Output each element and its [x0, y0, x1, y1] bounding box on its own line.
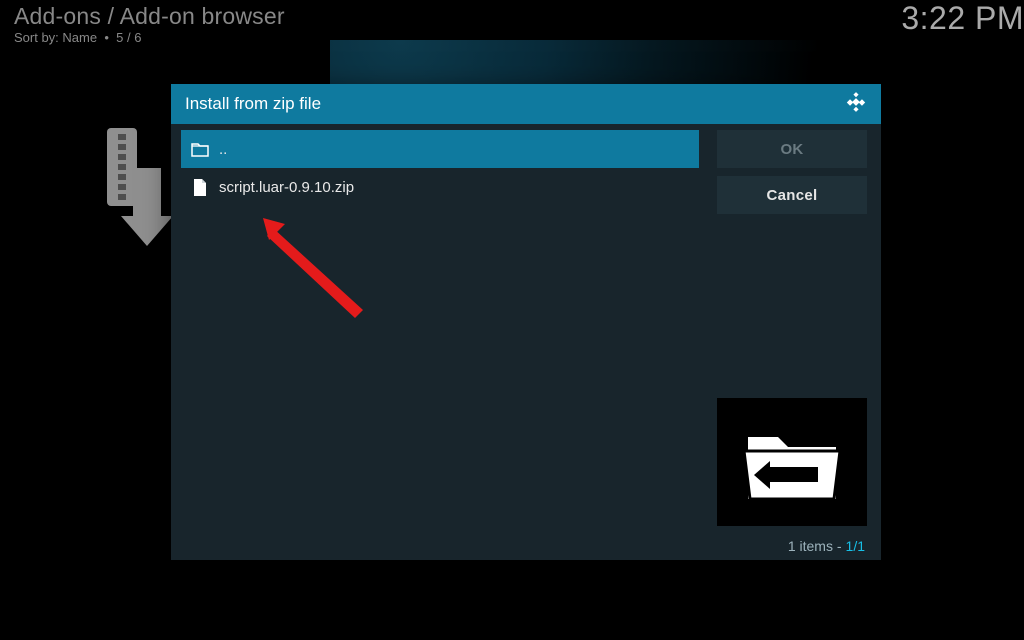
- file-row-zip[interactable]: script.luar-0.9.10.zip: [181, 168, 699, 206]
- kodi-logo-icon: [845, 91, 867, 118]
- file-list: .. script.luar-0.9.10.zip: [181, 130, 699, 526]
- sort-label: Sort by: Name: [14, 30, 97, 45]
- folder-up-icon: [191, 140, 209, 158]
- dialog-title: Install from zip file: [185, 94, 321, 114]
- dialog-footer: 1 items - 1/1: [171, 532, 881, 560]
- dialog-side-panel: OK Cancel: [717, 130, 867, 526]
- install-from-zip-dialog: Install from zip file ..: [171, 84, 881, 560]
- sort-line: Sort by: Name • 5 / 6: [14, 30, 1010, 45]
- file-icon: [191, 178, 209, 196]
- sort-count: 5 / 6: [116, 30, 141, 45]
- install-zip-icon: [93, 128, 173, 248]
- file-row-label: ..: [219, 141, 227, 158]
- cancel-button[interactable]: Cancel: [717, 176, 867, 214]
- footer-page: 1/1: [846, 538, 865, 554]
- separator-dot: •: [104, 30, 109, 45]
- breadcrumb: Add-ons / Add-on browser: [14, 3, 1010, 30]
- header: Add-ons / Add-on browser Sort by: Name •…: [0, 0, 1024, 45]
- folder-back-preview[interactable]: [717, 398, 867, 526]
- dialog-body: .. script.luar-0.9.10.zip OK Cancel: [171, 124, 881, 532]
- ok-button[interactable]: OK: [717, 130, 867, 168]
- footer-count: 1 items -: [788, 538, 842, 554]
- file-row-label: script.luar-0.9.10.zip: [219, 179, 354, 196]
- clock: 3:22 PM: [901, 0, 1024, 37]
- dialog-titlebar: Install from zip file: [171, 84, 881, 124]
- file-row-parent[interactable]: ..: [181, 130, 699, 168]
